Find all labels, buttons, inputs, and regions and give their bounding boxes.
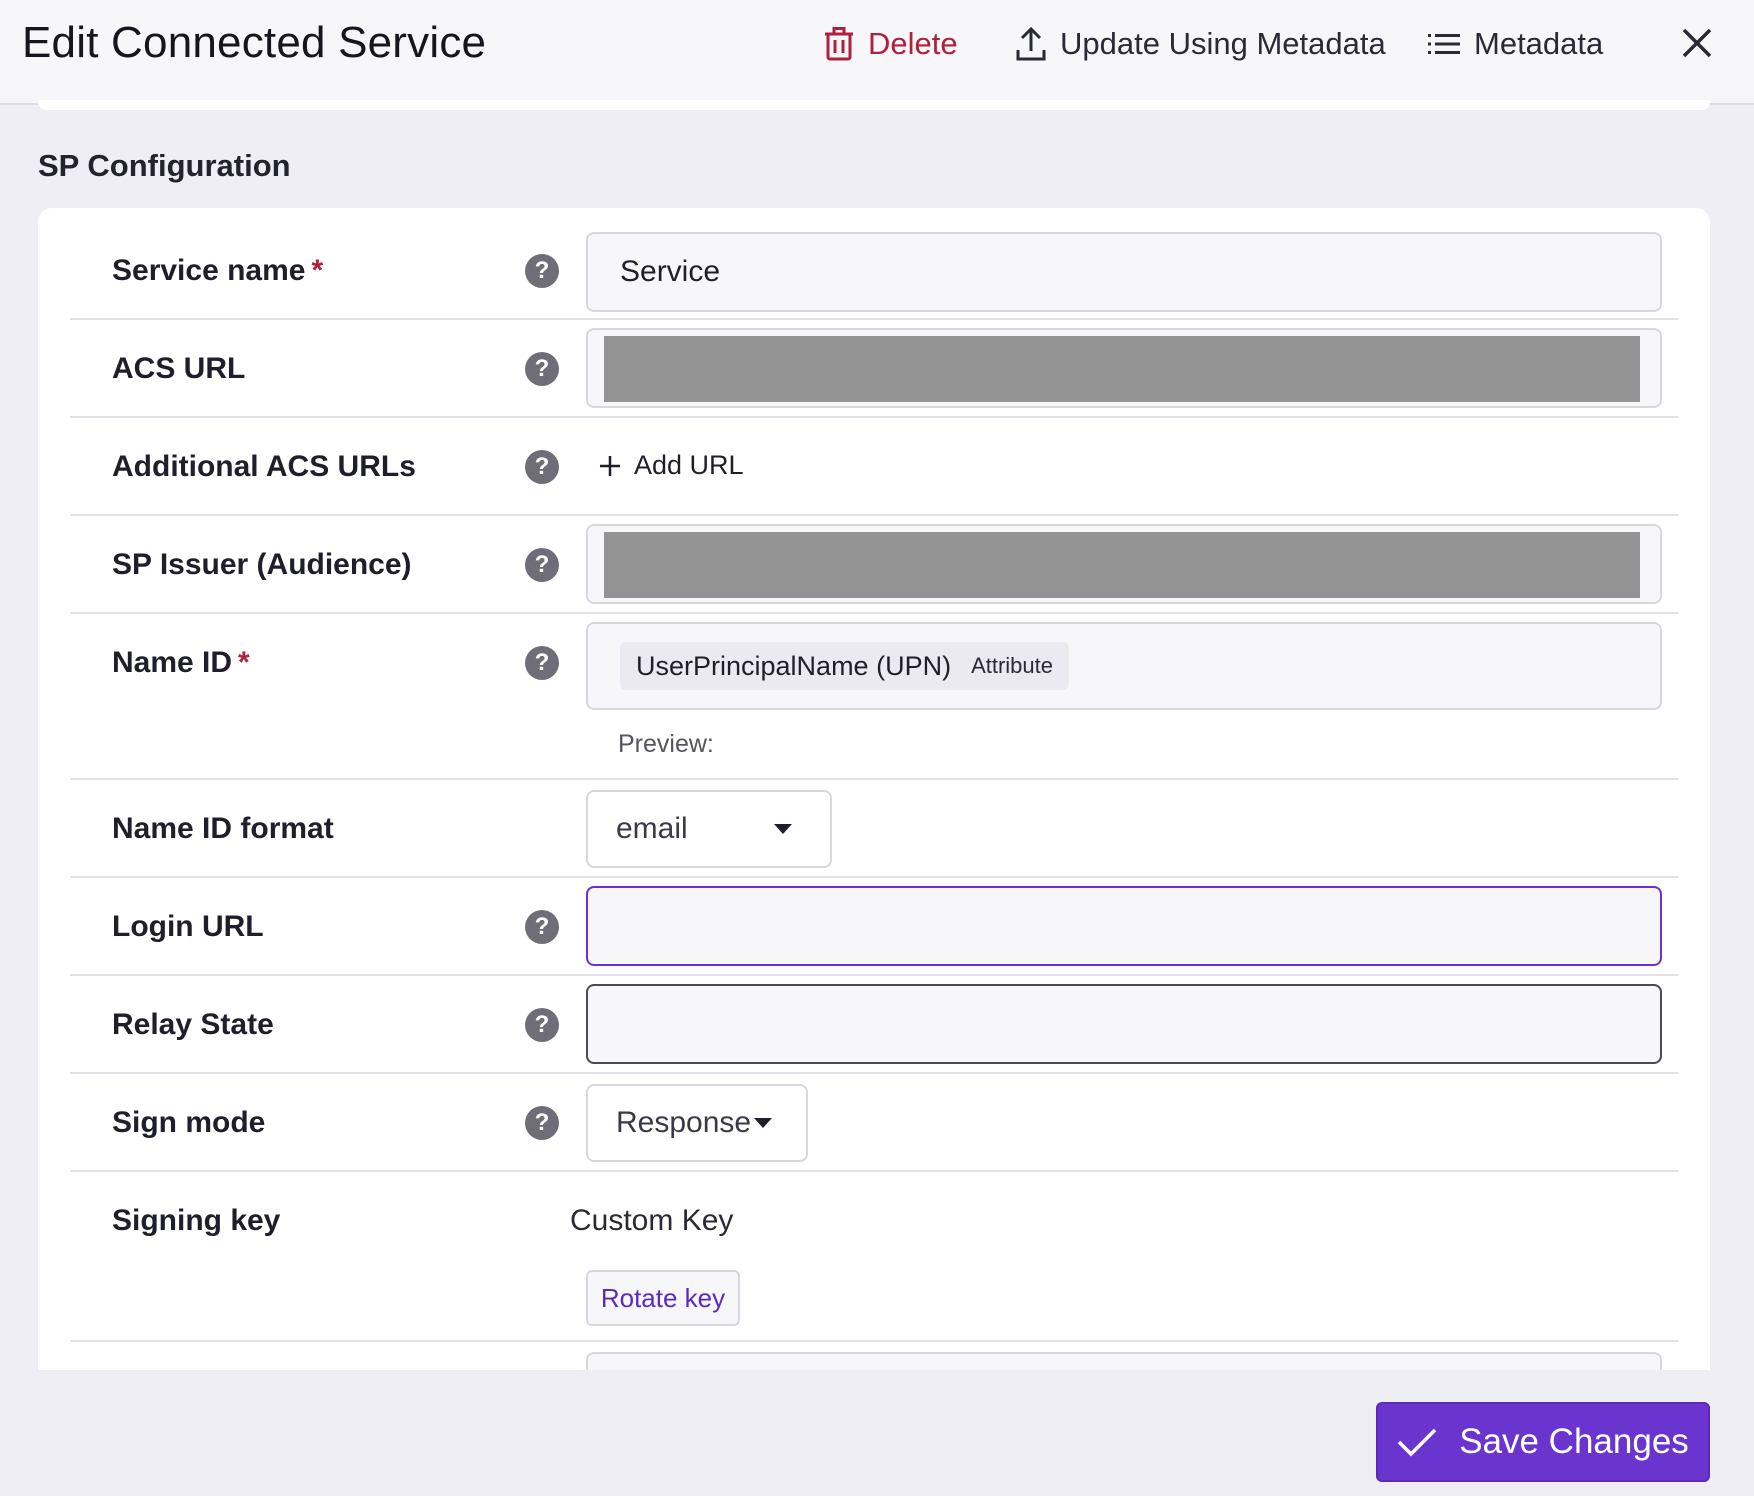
help-icon[interactable]: ? [525,646,559,680]
selected-value: Response [616,1106,752,1139]
save-changes-button[interactable]: Save Changes [1376,1402,1710,1482]
row-signing-key: Signing key Custom Key Rotate key [70,1172,1678,1342]
signing-key-value: Custom Key [570,1204,734,1237]
sp-configuration-card: Service name* ? ACS URL ? Additional ACS… [38,208,1710,1370]
field-label: Additional ACS URLs [112,450,416,483]
login-url-input[interactable] [586,886,1662,966]
required-marker: * [311,254,324,287]
help-icon[interactable]: ? [525,548,559,582]
previous-section-card-edge [38,100,1710,110]
metadata-label: Metadata [1474,26,1604,61]
modal-header: Edit Connected Service Delete Update Usi… [0,0,1754,105]
update-using-metadata-button[interactable]: Update Using Metadata [1016,22,1386,66]
sign-mode-select[interactable]: Response [586,1084,808,1162]
row-relay-state: Relay State ? [70,976,1678,1074]
field-label: Signing key [112,1204,281,1237]
check-icon [1397,1428,1437,1457]
field-label: ACS URL [112,352,246,385]
metadata-button[interactable]: Metadata [1428,22,1603,66]
name-id-format-select[interactable]: email [586,790,832,868]
redacted-value [604,532,1640,598]
row-login-url: Login URL ? [70,878,1678,976]
name-id-chip[interactable]: UserPrincipalName (UPN) Attribute [620,642,1069,690]
help-icon[interactable]: ? [525,910,559,944]
caret-down-icon [774,824,792,834]
row-sign-mode: Sign mode ? Response [70,1074,1678,1172]
plus-icon [600,455,620,476]
save-label: Save Changes [1459,1422,1689,1461]
delete-label: Delete [868,26,958,61]
field-label: Service name * [112,254,324,287]
service-name-input[interactable] [586,232,1662,312]
add-url-label: Add URL [634,450,744,480]
upload-icon [1016,26,1046,61]
field-label: Relay State [112,1008,274,1041]
update-label: Update Using Metadata [1060,26,1386,61]
row-acs-url: ACS URL ? [70,320,1678,418]
chip-type: Attribute [971,653,1053,678]
field-label: Name ID format [112,812,334,845]
add-url-button[interactable]: Add URL [600,450,744,481]
field-label: Name ID * [112,646,250,679]
field-label: Sign mode [112,1106,266,1139]
relay-state-input[interactable] [586,984,1662,1064]
redacted-value [604,336,1640,402]
sp-issuer-input[interactable] [586,524,1662,604]
chip-value: UserPrincipalName (UPN) [636,651,952,681]
help-icon[interactable]: ? [525,1106,559,1140]
required-marker: * [238,646,250,679]
help-icon[interactable]: ? [525,1008,559,1042]
field-label: SP Issuer (Audience) [112,548,412,581]
close-icon[interactable] [1678,24,1716,62]
row-name-id-format: Name ID format email [70,780,1678,878]
next-field-input[interactable] [586,1352,1662,1370]
caret-down-icon [754,1118,772,1128]
help-icon[interactable]: ? [525,352,559,386]
trash-icon [825,27,853,61]
preview-label: Preview: [618,730,714,758]
delete-button[interactable]: Delete [824,22,958,66]
row-additional-acs-urls: Additional ACS URLs ? Add URL [70,418,1678,516]
row-sp-issuer: SP Issuer (Audience) ? [70,516,1678,614]
list-icon [1428,34,1460,54]
field-label: Login URL [112,910,264,943]
name-id-selector[interactable]: UserPrincipalName (UPN) Attribute [586,622,1662,710]
row-name-id: Name ID * ? UserPrincipalName (UPN) Attri… [70,614,1678,780]
page-title: Edit Connected Service [22,18,487,67]
help-icon[interactable]: ? [525,450,559,484]
acs-url-input[interactable] [586,328,1662,408]
selected-value: email [616,812,688,845]
section-title: SP Configuration [38,148,291,183]
rotate-key-button[interactable]: Rotate key [586,1270,740,1326]
row-service-name: Service name * ? [70,208,1678,320]
help-icon[interactable]: ? [525,254,559,288]
